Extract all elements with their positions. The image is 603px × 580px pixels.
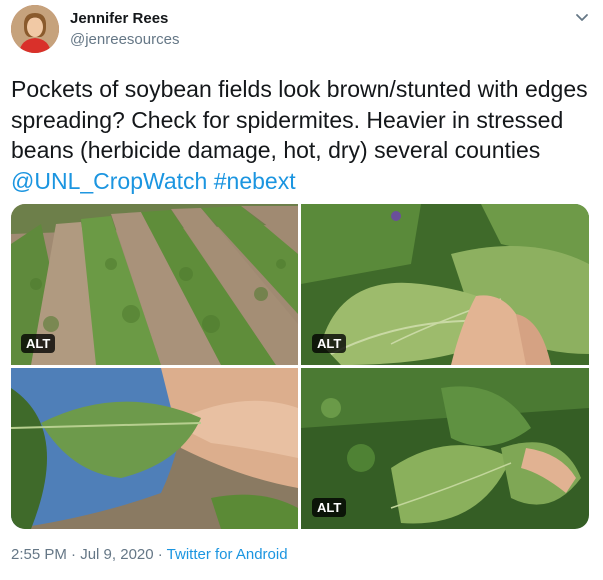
mention-link[interactable]: @UNL_CropWatch	[11, 168, 207, 194]
tweet-meta: 2:55 PM · Jul 9, 2020 · Twitter for Andr…	[11, 546, 288, 563]
tweet-date[interactable]: Jul 9, 2020	[80, 546, 153, 563]
avatar[interactable]	[11, 5, 59, 53]
tweet-body: Pockets of soybean fields look brown/stu…	[11, 76, 588, 163]
meta-separator: ·	[66, 546, 81, 563]
tweet-source-link[interactable]: Twitter for Android	[167, 546, 288, 563]
chevron-down-icon[interactable]	[573, 8, 591, 26]
media-grid: ALT ALT ALT	[11, 204, 589, 529]
alt-badge[interactable]: ALT	[21, 334, 56, 353]
alt-badge[interactable]: ALT	[312, 334, 347, 353]
photo-soybean-field[interactable]: ALT	[11, 204, 298, 365]
alt-badge[interactable]: ALT	[312, 498, 347, 517]
photo-plant-leaves[interactable]: ALT	[301, 368, 589, 529]
hashtag-link[interactable]: #nebext	[214, 168, 296, 194]
meta-separator: ·	[153, 546, 167, 563]
tweet-text: Pockets of soybean fields look brown/stu…	[11, 74, 596, 196]
author-name[interactable]: Jennifer Rees	[70, 10, 168, 27]
photo-leaf-in-hand[interactable]: ALT	[301, 204, 589, 365]
tweet-time[interactable]: 2:55 PM	[11, 546, 67, 563]
photo-leaf-underside[interactable]	[11, 368, 298, 529]
author-handle[interactable]: @jenreesources	[70, 31, 179, 48]
